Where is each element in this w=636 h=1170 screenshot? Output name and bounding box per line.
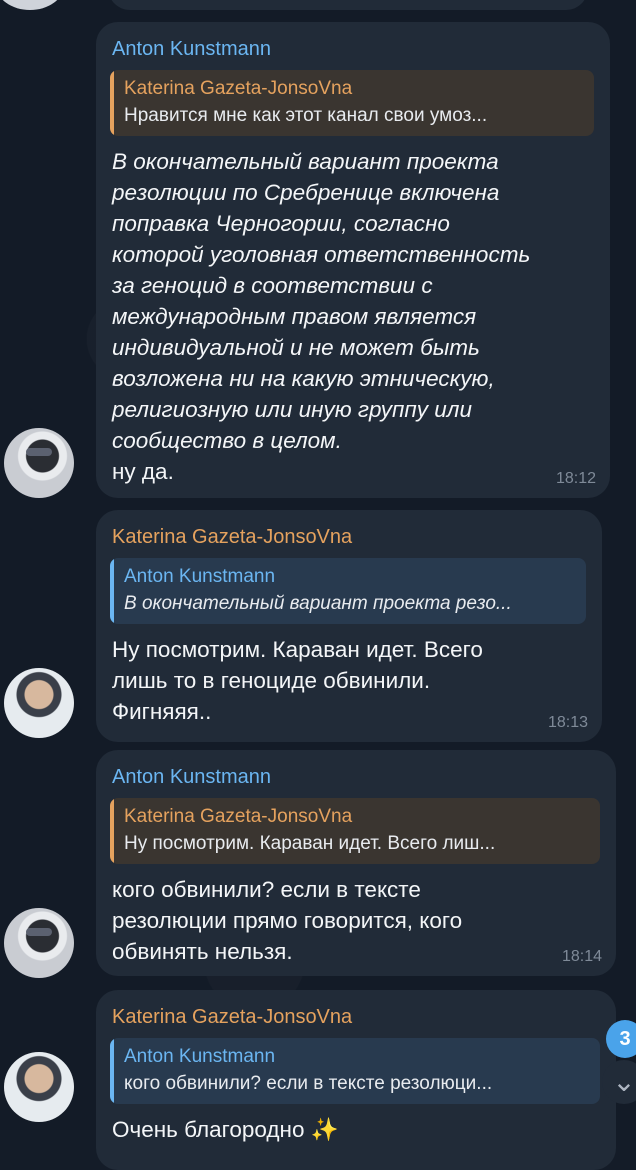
chevron-down-icon: ⌄ (612, 1066, 636, 1097)
reply-text: В окончательный вариант проекта резо... (124, 593, 512, 614)
message-text: ну да. (112, 459, 174, 484)
message-time: 18:14 (561, 948, 602, 965)
avatar[interactable] (4, 1052, 74, 1122)
reply-text: Нравится мне как этот канал свои умоз... (124, 105, 488, 126)
previous-message-bubble[interactable] (108, 0, 588, 10)
avatar[interactable] (4, 908, 74, 978)
reply-sender-name: Katerina Gazeta-JonsoVna (124, 806, 353, 827)
reply-sender-name: Katerina Gazeta-JonsoVna (124, 78, 353, 99)
message-bubble[interactable]: Anton Kunstmann Katerina Gazeta-JonsoVna… (96, 22, 610, 498)
reply-quote[interactable]: Katerina Gazeta-JonsoVna Нравится мне ка… (110, 70, 594, 136)
sender-name[interactable]: Katerina Gazeta-JonsoVna (112, 524, 586, 550)
message-text: Ну посмотрим. Караван идет. Всего лишь т… (112, 637, 483, 724)
message-time: 18:13 (547, 714, 588, 731)
reply-text: Ну посмотрим. Караван идет. Всего лиш... (124, 833, 496, 854)
sender-name[interactable]: Katerina Gazeta-JonsoVna (112, 1004, 600, 1030)
reply-text: кого обвинили? если в тексте резолюци... (124, 1073, 493, 1094)
sender-name[interactable]: Anton Kunstmann (112, 36, 594, 62)
sender-name[interactable]: Anton Kunstmann (112, 764, 600, 790)
unread-count-badge[interactable]: 3 (606, 1020, 636, 1058)
reply-quote[interactable]: Katerina Gazeta-JonsoVna Ну посмотрим. К… (110, 798, 600, 864)
message-bubble[interactable]: Katerina Gazeta-JonsoVna Anton Kunstmann… (96, 510, 602, 742)
reply-quote[interactable]: Anton Kunstmann кого обвинили? если в те… (110, 1038, 600, 1104)
reply-sender-name: Anton Kunstmann (124, 1046, 276, 1067)
message-text: В окончательный вариант проекта резолюци… (112, 149, 531, 453)
message-text: кого обвинили? если в тексте резолюции п… (112, 877, 463, 964)
reply-quote[interactable]: Anton Kunstmann В окончательный вариант … (110, 558, 586, 624)
avatar[interactable] (4, 668, 74, 738)
avatar[interactable] (4, 428, 74, 498)
message-bubble[interactable]: Anton Kunstmann Katerina Gazeta-JonsoVna… (96, 750, 616, 976)
message-bubble[interactable]: Katerina Gazeta-JonsoVna Anton Kunstmann… (96, 990, 616, 1170)
message-time: 18:12 (555, 470, 596, 487)
reply-sender-name: Anton Kunstmann (124, 566, 276, 587)
